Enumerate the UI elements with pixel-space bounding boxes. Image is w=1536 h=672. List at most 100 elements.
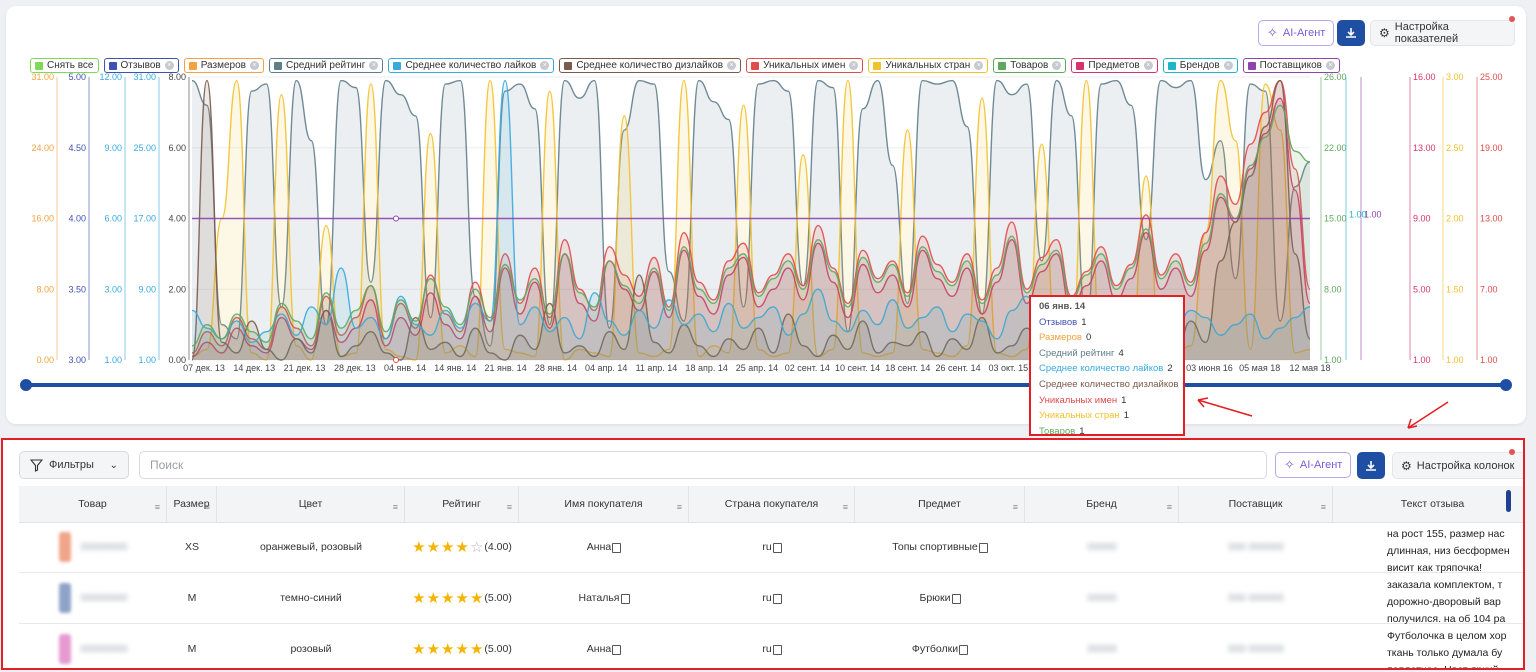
- y-tick-label: 26.00: [1324, 72, 1347, 82]
- chart-tooltip: 06 янв. 14 Отзывов 1 Размеров 0 Средний рейт…: [1029, 295, 1185, 436]
- column-menu-icon[interactable]: ≡: [1013, 502, 1018, 512]
- review-line: Футболочка в целом хор: [1387, 630, 1507, 642]
- column-header[interactable]: Текст отзыва: [1333, 486, 1523, 522]
- reviews-table-panel: Фильтры ⌄ ✧ AI-Агент ⚙ Настройка колонок…: [1, 438, 1525, 670]
- y-tick-label: 31.00: [133, 72, 156, 82]
- column-menu-icon[interactable]: ≡: [205, 502, 210, 512]
- column-menu-icon[interactable]: ≡: [155, 502, 160, 512]
- column-menu-icon[interactable]: ≡: [507, 502, 512, 512]
- filters-button[interactable]: Фильтры ⌄: [19, 451, 129, 479]
- column-menu-icon[interactable]: ≡: [677, 502, 682, 512]
- buyer-country: ru: [762, 643, 772, 655]
- rating-value: (5.00): [484, 592, 512, 604]
- chart-panel: ✧ AI-Агент ⚙ Настройка показателей Снять…: [6, 6, 1526, 424]
- column-header[interactable]: Цвет ≡: [217, 486, 405, 522]
- y-tick-label: 4.50: [68, 143, 86, 153]
- column-menu-icon[interactable]: ≡: [393, 502, 398, 512]
- y-tick-label: 17.00: [133, 214, 156, 224]
- brand-value: 00000: [1087, 541, 1117, 553]
- tooltip-series-label: Среднее количество дизлайков: [1039, 378, 1179, 390]
- tooltip-series-label: Среднее количество лайков: [1039, 363, 1164, 375]
- column-menu-icon[interactable]: ≡: [843, 502, 848, 512]
- color-value: розовый: [290, 643, 332, 655]
- copy-icon[interactable]: [978, 543, 988, 553]
- color-cell: темно-синий: [217, 573, 405, 623]
- table-header: Товар ≡ Размер ≡ Цвет ≡ Рейтинг ≡ Имя покупателя…: [19, 486, 1523, 523]
- product-thumbnail[interactable]: [58, 583, 71, 613]
- column-header[interactable]: Поставщик ≡: [1179, 486, 1333, 522]
- column-menu-icon[interactable]: ≡: [1321, 502, 1326, 512]
- tooltip-line: Уникальных имен 1: [1039, 393, 1175, 409]
- tooltip-line: Среднее количество дизлайков0: [1039, 377, 1183, 393]
- copy-icon[interactable]: [620, 594, 630, 604]
- column-header[interactable]: Имя покупателя ≡: [519, 486, 689, 522]
- column-header-label: Рейтинг: [442, 498, 481, 510]
- search-input[interactable]: [139, 451, 1267, 479]
- copy-icon[interactable]: [612, 645, 622, 655]
- review-line: дорожно-дворовый вар: [1387, 596, 1501, 608]
- y-tick-label: 1.00: [104, 355, 122, 365]
- table-row[interactable]: 00000000 Mтемно-синий ★★★★★ (5.00) Наталья ru…: [19, 573, 1523, 625]
- x-tick-label: 12 мая 18: [1289, 363, 1330, 373]
- column-header[interactable]: Бренд ≡: [1025, 486, 1179, 522]
- product-cell: 00000000: [19, 573, 167, 623]
- size-cell: XS: [167, 522, 217, 572]
- color-cell: оранжевый, розовый: [217, 522, 405, 572]
- tooltip-series-value: 2: [1167, 363, 1173, 375]
- tooltip-series-label: Отзывов: [1039, 316, 1078, 328]
- product-thumbnail[interactable]: [58, 532, 71, 562]
- column-header-label: Страна покупателя: [724, 498, 819, 510]
- table-row[interactable]: 00000000 Mрозовый ★★★★★ (5.00) Анна ru Футболк…: [19, 624, 1523, 670]
- review-line: ткань только думала бу: [1387, 647, 1503, 659]
- column-header[interactable]: Товар ≡: [19, 486, 167, 522]
- x-tick-label: 18 апр. 14: [686, 363, 728, 373]
- copy-icon[interactable]: [951, 594, 961, 604]
- rating-cell: ★★★★★ (5.00): [405, 573, 519, 623]
- tooltip-series-label: Уникальных имен: [1039, 394, 1118, 406]
- tooltip-series-label: Товаров: [1039, 425, 1076, 436]
- x-tick-label: 14 янв. 14: [434, 363, 476, 373]
- star-icon: ★: [441, 590, 456, 607]
- product-thumbnail[interactable]: [58, 634, 71, 664]
- table-ai-agent-button[interactable]: ✧ AI-Агент: [1275, 452, 1352, 478]
- x-tick-label: 11 апр. 14: [636, 363, 678, 373]
- star-icon: ★: [469, 590, 485, 607]
- brand-value: 00000: [1087, 592, 1117, 604]
- y-tick-label: 1.00: [1446, 355, 1464, 365]
- y-tick-label: 1.00: [138, 355, 156, 365]
- copy-icon[interactable]: [612, 543, 622, 553]
- rating-value: (5.00): [484, 643, 512, 655]
- star-icon: ★: [412, 539, 427, 556]
- column-header[interactable]: Рейтинг ≡: [405, 486, 519, 522]
- y-tick-label: 19.00: [1480, 143, 1503, 153]
- copy-icon[interactable]: [772, 594, 782, 604]
- y-tick-label: 1.50: [1446, 284, 1464, 294]
- gear-icon: ⚙: [1401, 458, 1412, 473]
- y-tick-label: 2.00: [1446, 214, 1464, 224]
- table-download-button[interactable]: [1357, 452, 1385, 479]
- column-header[interactable]: Предмет ≡: [855, 486, 1025, 522]
- copy-icon[interactable]: [772, 543, 782, 553]
- tooltip-date: 06 янв. 14: [1039, 301, 1086, 312]
- sparkle-icon: ✧: [1284, 457, 1295, 472]
- tooltip-series-label: Уникальных стран: [1039, 410, 1120, 422]
- vertical-scrollbar[interactable]: [1506, 490, 1511, 512]
- copy-icon[interactable]: [772, 645, 782, 655]
- column-header[interactable]: Размер ≡: [167, 486, 217, 522]
- rating-stars: ★★★★★: [412, 589, 484, 607]
- review-line: поплотнее. Цвет яркий,: [1387, 664, 1502, 670]
- review-line: на рост 155, размер нас: [1387, 528, 1505, 540]
- column-header[interactable]: Страна покупателя ≡: [689, 486, 855, 522]
- range-slider-handle-left[interactable]: [20, 379, 32, 391]
- star-icon: ☆: [469, 539, 485, 556]
- table-row[interactable]: 00000000 XS оранжевый, розовый ★★★★☆ (4.00) А…: [19, 522, 1523, 574]
- column-menu-icon[interactable]: ≡: [1167, 502, 1172, 512]
- x-tick-label: 03 окт. 15: [989, 363, 1029, 373]
- copy-icon[interactable]: [959, 645, 969, 655]
- rating-cell: ★★★★★ (5.00): [405, 624, 519, 668]
- columns-settings-button[interactable]: ⚙ Настройка колонок: [1392, 452, 1523, 479]
- x-tick-label: 02 сент. 14: [785, 363, 830, 373]
- range-slider-handle-right[interactable]: [1500, 379, 1512, 391]
- subject-cell: Топы спортивные: [855, 522, 1025, 572]
- product-cell: 00000000: [19, 522, 167, 572]
